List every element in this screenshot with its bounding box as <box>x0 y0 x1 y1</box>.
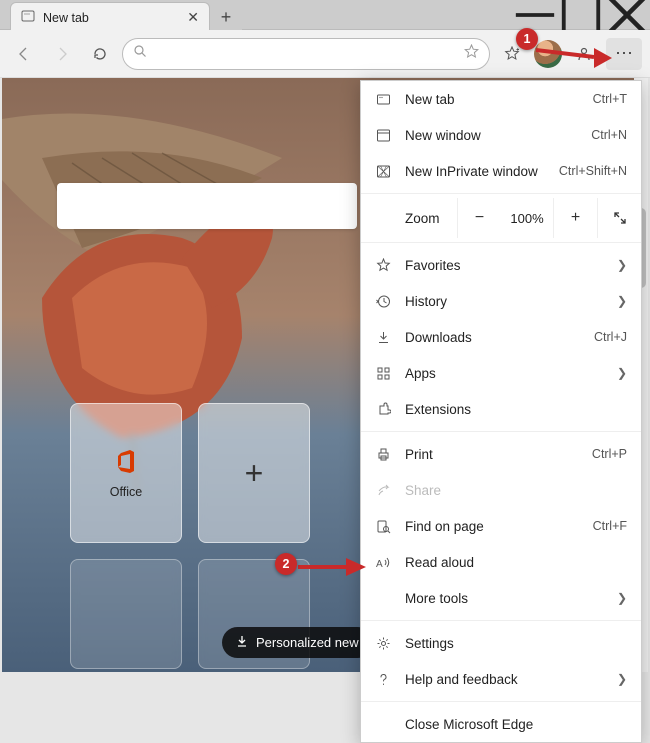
menu-inprivate[interactable]: New InPrivate window Ctrl+Shift+N <box>361 153 641 189</box>
shortcut: Ctrl+P <box>592 447 627 461</box>
menu-label: More tools <box>405 591 603 606</box>
menu-extensions[interactable]: Extensions <box>361 391 641 427</box>
close-window-button[interactable] <box>604 0 650 29</box>
fullscreen-button[interactable] <box>597 198 641 238</box>
menu-help[interactable]: Help and feedback ❯ <box>361 661 641 697</box>
menu-find[interactable]: Find on page Ctrl+F <box>361 508 641 544</box>
menu-new-tab[interactable]: New tab Ctrl+T <box>361 81 641 117</box>
menu-favorites[interactable]: Favorites ❯ <box>361 247 641 283</box>
favorite-star-icon[interactable] <box>464 44 479 64</box>
pill-label: Personalized new <box>256 635 359 650</box>
menu-share: Share <box>361 472 641 508</box>
menu-label: Favorites <box>405 258 603 273</box>
tile-label: Office <box>110 485 142 499</box>
shortcut: Ctrl+F <box>593 519 627 533</box>
chevron-right-icon: ❯ <box>617 672 627 686</box>
chevron-right-icon: ❯ <box>617 258 627 272</box>
shortcut: Ctrl+N <box>591 128 627 142</box>
tile-add[interactable]: + <box>198 403 310 543</box>
print-icon <box>375 447 391 462</box>
share-icon <box>375 483 391 498</box>
maximize-button[interactable] <box>558 0 604 29</box>
menu-read-aloud[interactable]: A Read aloud <box>361 544 641 580</box>
download-icon <box>375 330 391 345</box>
svg-text:A: A <box>376 559 383 570</box>
inprivate-icon <box>375 164 391 179</box>
chevron-right-icon: ❯ <box>617 591 627 605</box>
menu-label: Apps <box>405 366 603 381</box>
menu-label: New InPrivate window <box>405 164 545 179</box>
zoom-in-button[interactable]: + <box>553 198 597 238</box>
separator <box>361 620 641 621</box>
zoom-out-button[interactable]: − <box>457 198 501 238</box>
ntp-search-box[interactable] <box>57 183 357 229</box>
chevron-right-icon: ❯ <box>617 366 627 380</box>
forward-button[interactable] <box>46 38 78 70</box>
tab-strip: New tab ✕ + <box>10 0 242 32</box>
tile-office[interactable]: Office <box>70 403 182 543</box>
read-aloud-icon: A <box>375 555 391 570</box>
menu-apps[interactable]: Apps ❯ <box>361 355 641 391</box>
menu-zoom: Zoom − 100% + <box>361 198 641 238</box>
back-button[interactable] <box>8 38 40 70</box>
apps-icon <box>375 366 391 381</box>
new-tab-icon <box>375 92 391 107</box>
menu-label: New window <box>405 128 577 143</box>
tab-new-tab[interactable]: New tab ✕ <box>10 2 210 32</box>
menu-close-edge[interactable]: Close Microsoft Edge <box>361 706 641 742</box>
separator <box>361 431 641 432</box>
search-icon <box>133 44 147 63</box>
separator <box>361 242 641 243</box>
menu-label: Read aloud <box>405 555 627 570</box>
chevron-right-icon: ❯ <box>617 294 627 308</box>
menu-label: History <box>405 294 603 309</box>
menu-label: Print <box>405 447 578 462</box>
new-tab-button[interactable]: + <box>210 2 242 32</box>
window-icon <box>375 128 391 143</box>
tile-empty[interactable] <box>70 559 182 669</box>
menu-label: Share <box>405 483 627 498</box>
history-icon <box>375 294 391 309</box>
shortcut: Ctrl+Shift+N <box>559 164 627 178</box>
zoom-value: 100% <box>501 211 553 226</box>
tab-label: New tab <box>43 11 89 25</box>
zoom-label: Zoom <box>361 211 457 226</box>
menu-label: Close Microsoft Edge <box>405 717 627 732</box>
separator <box>361 193 641 194</box>
minimize-button[interactable] <box>512 0 558 29</box>
download-icon <box>236 635 248 650</box>
star-icon <box>375 258 391 273</box>
menu-label: Downloads <box>405 330 580 345</box>
menu-label: New tab <box>405 92 579 107</box>
menu-more-tools[interactable]: More tools ❯ <box>361 580 641 616</box>
menu-label: Extensions <box>405 402 627 417</box>
address-bar[interactable] <box>122 38 490 70</box>
office-icon <box>112 447 140 475</box>
menu-history[interactable]: History ❯ <box>361 283 641 319</box>
callout-badge-2: 2 <box>275 553 297 575</box>
menu-print[interactable]: Print Ctrl+P <box>361 436 641 472</box>
menu-label: Find on page <box>405 519 579 534</box>
page-icon <box>21 9 35 26</box>
tab-close-icon[interactable]: ✕ <box>187 9 199 26</box>
gear-icon <box>375 636 391 651</box>
plus-icon: + <box>245 455 264 492</box>
menu-downloads[interactable]: Downloads Ctrl+J <box>361 319 641 355</box>
menu-new-window[interactable]: New window Ctrl+N <box>361 117 641 153</box>
personalize-button[interactable]: Personalized new <box>222 627 373 658</box>
callout-badge-1: 1 <box>516 28 538 50</box>
separator <box>361 701 641 702</box>
extensions-icon <box>375 402 391 417</box>
menu-label: Settings <box>405 636 627 651</box>
quick-links-row-1: Office + <box>70 403 310 543</box>
find-icon <box>375 519 391 534</box>
menu-settings[interactable]: Settings <box>361 625 641 661</box>
shortcut: Ctrl+T <box>593 92 627 106</box>
app-menu: New tab Ctrl+T New window Ctrl+N New InP… <box>360 80 642 743</box>
shortcut: Ctrl+J <box>594 330 627 344</box>
callout-arrow-2 <box>296 556 366 580</box>
callout-arrow-1 <box>532 40 612 70</box>
refresh-button[interactable] <box>84 38 116 70</box>
